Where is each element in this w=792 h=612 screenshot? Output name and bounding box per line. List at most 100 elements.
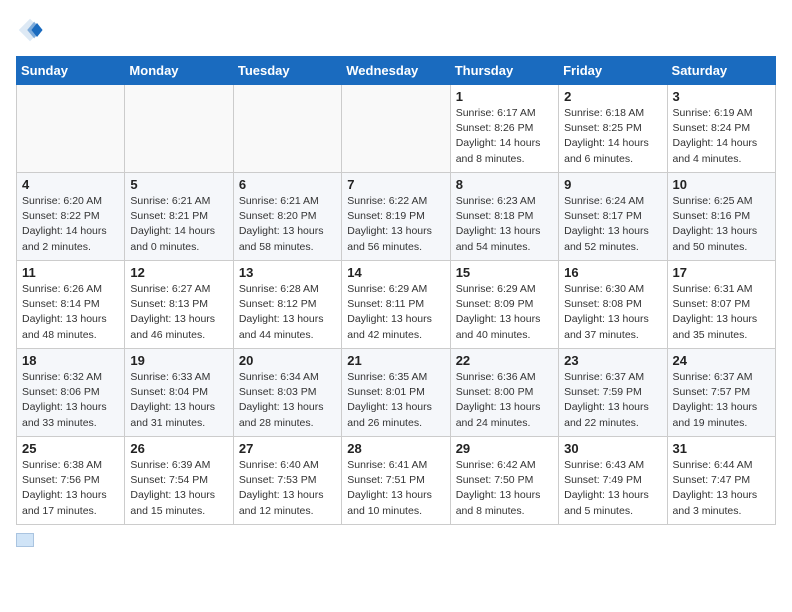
calendar-cell: 6 Sunrise: 6:21 AMSunset: 8:20 PMDaylight…	[233, 173, 341, 261]
calendar-cell: 10 Sunrise: 6:25 AMSunset: 8:16 PMDayligh…	[667, 173, 775, 261]
logo-icon	[16, 16, 44, 44]
calendar-cell: 25Sunrise: 6:38 AMSunset: 7:56 PMDayligh…	[17, 437, 125, 525]
day-number: 30	[564, 441, 661, 456]
calendar-week-5: 25Sunrise: 6:38 AMSunset: 7:56 PMDayligh…	[17, 437, 776, 525]
header-row: SundayMondayTuesdayWednesdayThursdayFrid…	[17, 57, 776, 85]
calendar-cell: 29 Sunrise: 6:42 AMSunset: 7:50 PMDayligh…	[450, 437, 558, 525]
calendar-cell: 27 Sunrise: 6:40 AMSunset: 7:53 PMDayligh…	[233, 437, 341, 525]
day-number: 21	[347, 353, 444, 368]
calendar-cell: 12Sunrise: 6:27 AMSunset: 8:13 PMDayligh…	[125, 261, 233, 349]
day-info: Sunrise: 6:30 AMSunset: 8:08 PMDaylight:…	[564, 282, 661, 343]
calendar-cell: 8Sunrise: 6:23 AMSunset: 8:18 PMDaylight…	[450, 173, 558, 261]
day-info: Sunrise: 6:26 AMSunset: 8:14 PMDaylight:…	[22, 282, 119, 343]
day-number: 27	[239, 441, 336, 456]
header-day-sunday: Sunday	[17, 57, 125, 85]
day-number: 17	[673, 265, 770, 280]
day-number: 2	[564, 89, 661, 104]
header-day-saturday: Saturday	[667, 57, 775, 85]
day-info: Sunrise: 6:39 AMSunset: 7:54 PMDaylight:…	[130, 458, 227, 519]
day-number: 16	[564, 265, 661, 280]
header-day-monday: Monday	[125, 57, 233, 85]
calendar-cell: 7Sunrise: 6:22 AMSunset: 8:19 PMDaylight…	[342, 173, 450, 261]
day-number: 9	[564, 177, 661, 192]
calendar-cell: 2 Sunrise: 6:18 AMSunset: 8:25 PMDaylight…	[559, 85, 667, 173]
calendar-cell: 16 Sunrise: 6:30 AMSunset: 8:08 PMDayligh…	[559, 261, 667, 349]
day-info: Sunrise: 6:17 AMSunset: 8:26 PMDaylight:…	[456, 106, 553, 167]
calendar-cell: 14 Sunrise: 6:29 AMSunset: 8:11 PMDayligh…	[342, 261, 450, 349]
day-number: 28	[347, 441, 444, 456]
day-info: Sunrise: 6:44 AMSunset: 7:47 PMDaylight:…	[673, 458, 770, 519]
day-info: Sunrise: 6:18 AMSunset: 8:25 PMDaylight:…	[564, 106, 661, 167]
day-info: Sunrise: 6:28 AMSunset: 8:12 PMDaylight:…	[239, 282, 336, 343]
calendar-week-1: 1 Sunrise: 6:17 AMSunset: 8:26 PMDaylight…	[17, 85, 776, 173]
day-info: Sunrise: 6:35 AMSunset: 8:01 PMDaylight:…	[347, 370, 444, 431]
calendar-table: SundayMondayTuesdayWednesdayThursdayFrid…	[16, 56, 776, 525]
day-info: Sunrise: 6:21 AMSunset: 8:21 PMDaylight:…	[130, 194, 227, 255]
day-info: Sunrise: 6:21 AMSunset: 8:20 PMDaylight:…	[239, 194, 336, 255]
calendar-cell: 11 Sunrise: 6:26 AMSunset: 8:14 PMDayligh…	[17, 261, 125, 349]
calendar-cell: 24Sunrise: 6:37 AMSunset: 7:57 PMDayligh…	[667, 349, 775, 437]
legend	[16, 533, 776, 547]
day-number: 31	[673, 441, 770, 456]
day-number: 7	[347, 177, 444, 192]
day-number: 4	[22, 177, 119, 192]
calendar-cell: 22 Sunrise: 6:36 AMSunset: 8:00 PMDayligh…	[450, 349, 558, 437]
day-info: Sunrise: 6:43 AMSunset: 7:49 PMDaylight:…	[564, 458, 661, 519]
day-info: Sunrise: 6:29 AMSunset: 8:09 PMDaylight:…	[456, 282, 553, 343]
day-number: 15	[456, 265, 553, 280]
day-number: 23	[564, 353, 661, 368]
calendar-cell: 4Sunrise: 6:20 AMSunset: 8:22 PMDaylight…	[17, 173, 125, 261]
calendar-week-4: 18 Sunrise: 6:32 AMSunset: 8:06 PMDayligh…	[17, 349, 776, 437]
calendar-cell	[342, 85, 450, 173]
header-day-friday: Friday	[559, 57, 667, 85]
day-number: 3	[673, 89, 770, 104]
calendar-cell	[233, 85, 341, 173]
calendar-cell: 26 Sunrise: 6:39 AMSunset: 7:54 PMDayligh…	[125, 437, 233, 525]
day-number: 22	[456, 353, 553, 368]
calendar-cell: 20 Sunrise: 6:34 AMSunset: 8:03 PMDayligh…	[233, 349, 341, 437]
calendar-cell: 9Sunrise: 6:24 AMSunset: 8:17 PMDaylight…	[559, 173, 667, 261]
header-day-tuesday: Tuesday	[233, 57, 341, 85]
day-number: 18	[22, 353, 119, 368]
calendar-cell: 5 Sunrise: 6:21 AMSunset: 8:21 PMDaylight…	[125, 173, 233, 261]
day-number: 14	[347, 265, 444, 280]
day-info: Sunrise: 6:34 AMSunset: 8:03 PMDaylight:…	[239, 370, 336, 431]
day-info: Sunrise: 6:37 AMSunset: 7:59 PMDaylight:…	[564, 370, 661, 431]
day-info: Sunrise: 6:29 AMSunset: 8:11 PMDaylight:…	[347, 282, 444, 343]
day-info: Sunrise: 6:38 AMSunset: 7:56 PMDaylight:…	[22, 458, 119, 519]
calendar-body: 1 Sunrise: 6:17 AMSunset: 8:26 PMDaylight…	[17, 85, 776, 525]
legend-color-box	[16, 533, 34, 547]
day-number: 24	[673, 353, 770, 368]
calendar-cell: 30 Sunrise: 6:43 AMSunset: 7:49 PMDayligh…	[559, 437, 667, 525]
day-info: Sunrise: 6:41 AMSunset: 7:51 PMDaylight:…	[347, 458, 444, 519]
day-info: Sunrise: 6:25 AMSunset: 8:16 PMDaylight:…	[673, 194, 770, 255]
logo	[16, 16, 48, 44]
calendar-cell: 19Sunrise: 6:33 AMSunset: 8:04 PMDayligh…	[125, 349, 233, 437]
calendar-cell: 18 Sunrise: 6:32 AMSunset: 8:06 PMDayligh…	[17, 349, 125, 437]
day-number: 26	[130, 441, 227, 456]
calendar-cell: 31 Sunrise: 6:44 AMSunset: 7:47 PMDayligh…	[667, 437, 775, 525]
day-number: 20	[239, 353, 336, 368]
header	[16, 16, 776, 44]
calendar-cell	[17, 85, 125, 173]
day-number: 6	[239, 177, 336, 192]
day-number: 11	[22, 265, 119, 280]
day-number: 8	[456, 177, 553, 192]
calendar-cell	[125, 85, 233, 173]
day-info: Sunrise: 6:32 AMSunset: 8:06 PMDaylight:…	[22, 370, 119, 431]
calendar-cell: 23 Sunrise: 6:37 AMSunset: 7:59 PMDayligh…	[559, 349, 667, 437]
header-day-wednesday: Wednesday	[342, 57, 450, 85]
day-number: 10	[673, 177, 770, 192]
calendar-cell: 3Sunrise: 6:19 AMSunset: 8:24 PMDaylight…	[667, 85, 775, 173]
calendar-cell: 17Sunrise: 6:31 AMSunset: 8:07 PMDayligh…	[667, 261, 775, 349]
day-number: 1	[456, 89, 553, 104]
day-number: 5	[130, 177, 227, 192]
day-info: Sunrise: 6:42 AMSunset: 7:50 PMDaylight:…	[456, 458, 553, 519]
calendar-cell: 15 Sunrise: 6:29 AMSunset: 8:09 PMDayligh…	[450, 261, 558, 349]
calendar-header: SundayMondayTuesdayWednesdayThursdayFrid…	[17, 57, 776, 85]
day-number: 29	[456, 441, 553, 456]
calendar-cell: 13Sunrise: 6:28 AMSunset: 8:12 PMDayligh…	[233, 261, 341, 349]
day-info: Sunrise: 6:40 AMSunset: 7:53 PMDaylight:…	[239, 458, 336, 519]
day-info: Sunrise: 6:36 AMSunset: 8:00 PMDaylight:…	[456, 370, 553, 431]
header-day-thursday: Thursday	[450, 57, 558, 85]
